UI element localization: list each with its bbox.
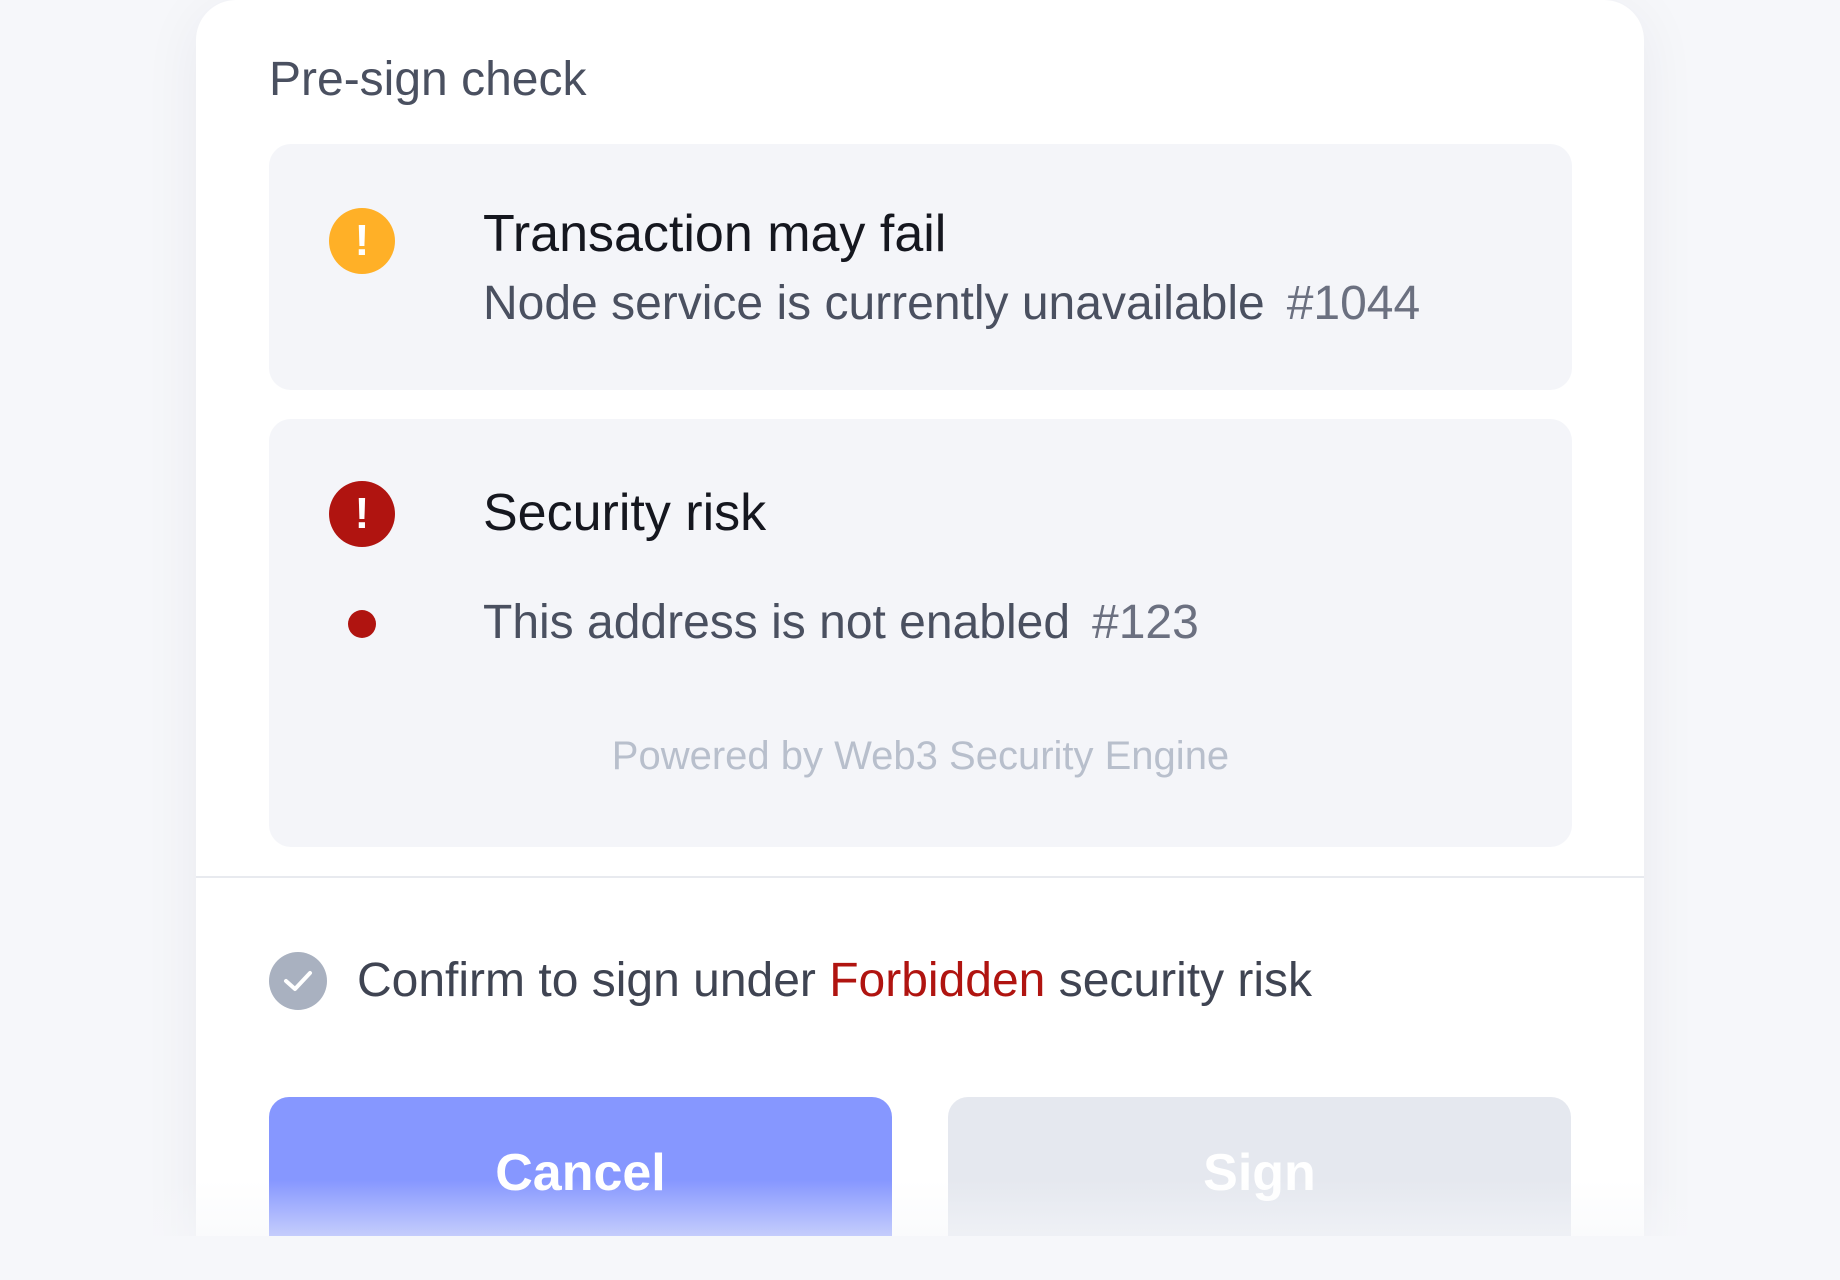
check-description: This address is not enabled #123 — [483, 593, 1199, 653]
check-code: #123 — [1092, 596, 1199, 649]
confirm-suffix: security risk — [1045, 954, 1313, 1007]
page: Pre-sign check ! Transaction may fail No… — [0, 0, 1840, 1280]
section-title: Pre-sign check — [269, 53, 587, 106]
check-title: Transaction may fail — [483, 205, 947, 263]
danger-icon: ! — [329, 481, 395, 547]
powered-by-label: Powered by Web3 Security Engine — [611, 734, 1230, 778]
check-description-text: Node service is currently unavailable — [483, 277, 1265, 330]
check-card-danger: ! Security risk This address is not enab… — [269, 419, 1572, 847]
confirm-prefix: Confirm to sign under — [357, 954, 830, 1007]
forbidden-label: Forbidden — [829, 954, 1046, 1007]
check-title: Security risk — [483, 484, 767, 542]
check-description: Node service is currently unavailable #10… — [483, 274, 1420, 334]
sign-modal: Pre-sign check ! Transaction may fail No… — [196, 0, 1644, 1280]
confirm-label: Confirm to sign under Forbidden security… — [357, 951, 1312, 1011]
check-card-warning: ! Transaction may fail Node service is c… — [269, 144, 1572, 390]
bottom-bar — [152, 1236, 1708, 1280]
confirm-checkbox-row[interactable]: Confirm to sign under Forbidden security… — [269, 950, 1312, 1012]
check-icon[interactable] — [269, 952, 327, 1010]
warning-icon: ! — [329, 208, 395, 274]
check-description-text: This address is not enabled — [483, 596, 1071, 649]
check-code: #1044 — [1286, 277, 1421, 330]
divider — [196, 876, 1644, 878]
bullet-dot-icon — [348, 610, 376, 638]
